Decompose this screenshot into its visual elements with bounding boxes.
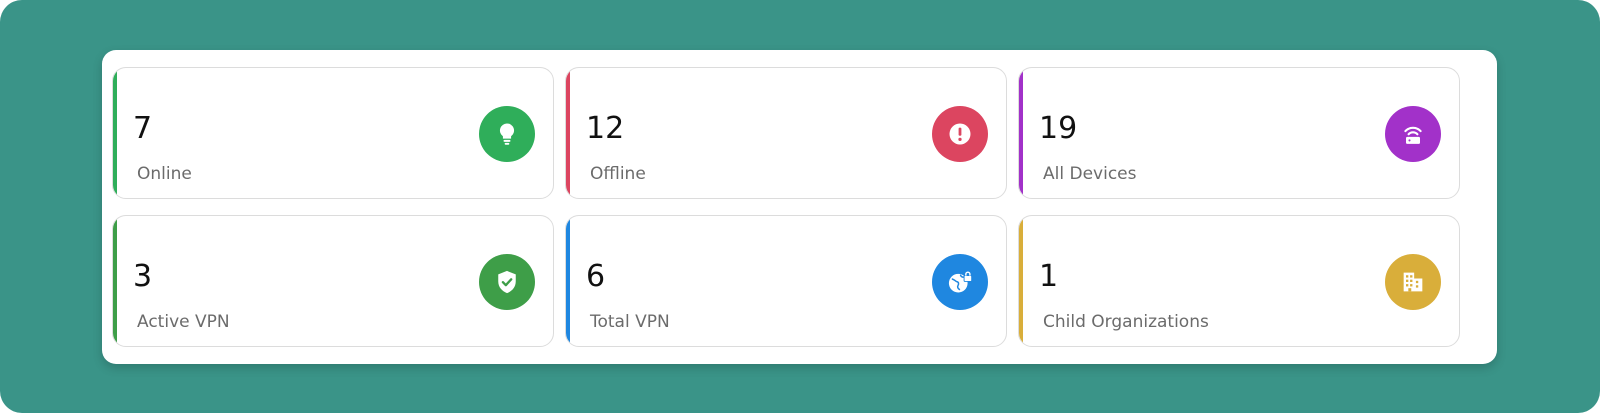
shield-check-icon [479, 254, 535, 310]
total-vpn-count: 6 [586, 259, 606, 294]
active-vpn-count: 3 [133, 259, 153, 294]
lightbulb-icon [479, 106, 535, 162]
page-background: 7 Online 12 Offline 19 All Devices 3 Act… [0, 0, 1600, 413]
online-label: Online [137, 164, 192, 184]
offline-label: Offline [590, 164, 646, 184]
child-organizations-count: 1 [1039, 259, 1059, 294]
stat-card-total-vpn[interactable]: 6 Total VPN [565, 215, 1007, 347]
all-devices-label: All Devices [1043, 164, 1137, 184]
stat-card-child-organizations[interactable]: 1 Child Organizations [1018, 215, 1460, 347]
stats-panel: 7 Online 12 Offline 19 All Devices 3 Act… [102, 50, 1497, 364]
stat-card-all-devices[interactable]: 19 All Devices [1018, 67, 1460, 199]
child-organizations-label: Child Organizations [1043, 312, 1209, 332]
all-devices-count: 19 [1039, 111, 1078, 146]
router-icon [1385, 106, 1441, 162]
building-icon [1385, 254, 1441, 310]
online-count: 7 [133, 111, 153, 146]
total-vpn-label: Total VPN [590, 312, 670, 332]
globe-lock-icon [932, 254, 988, 310]
stat-card-active-vpn[interactable]: 3 Active VPN [112, 215, 554, 347]
stat-card-online[interactable]: 7 Online [112, 67, 554, 199]
offline-count: 12 [586, 111, 625, 146]
stat-card-offline[interactable]: 12 Offline [565, 67, 1007, 199]
alert-circle-icon [932, 106, 988, 162]
active-vpn-label: Active VPN [137, 312, 230, 332]
